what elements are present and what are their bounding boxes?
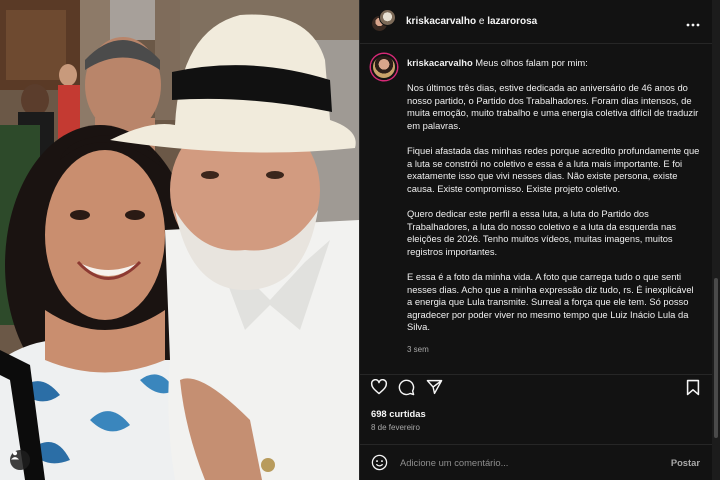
post-photo[interactable] [0, 0, 359, 480]
collab-separator: e [476, 16, 488, 27]
caption-section: kriskacarvalho Meus olhos falam por mim:… [360, 44, 712, 366]
action-bar [359, 374, 712, 400]
caption-username[interactable]: kriskacarvalho [407, 57, 473, 68]
caption-timestamp[interactable]: 3 sem [407, 344, 701, 357]
caption-first-line: Meus olhos falam por mim: [472, 57, 588, 68]
post-date[interactable]: 8 de fevereiro [371, 423, 420, 432]
caption-paragraph: Quero dedicar este perfil a essa luta, a… [407, 208, 677, 257]
username-link[interactable]: lazarorosa [487, 16, 537, 27]
post-comment-button[interactable]: Postar [671, 457, 700, 468]
comment-bar: Postar [359, 444, 712, 480]
avatar[interactable] [379, 8, 396, 26]
post-header: kriskacarvalho e lazarorosa [360, 0, 712, 44]
comment-icon[interactable] [398, 379, 415, 396]
caption-paragraph: Nos últimos três dias, estive dedicada a… [407, 82, 699, 131]
tag-button[interactable] [10, 450, 30, 470]
bookmark-icon[interactable] [686, 379, 700, 396]
photo-image [0, 0, 359, 480]
collab-accounts: kriskacarvalho e lazarorosa [406, 16, 686, 27]
more-options-button[interactable] [686, 14, 700, 30]
comment-input[interactable] [400, 457, 671, 468]
caption-paragraph: Fiquei afastada das minhas redes porque … [407, 145, 700, 194]
username-link[interactable]: kriskacarvalho [406, 16, 476, 27]
likes-count[interactable]: 698 curtidas [371, 408, 426, 419]
avatar[interactable] [371, 54, 397, 80]
user-tag-icon [11, 451, 19, 460]
emoji-icon[interactable] [371, 454, 388, 471]
share-icon[interactable] [426, 379, 443, 395]
caption-text: kriskacarvalho Meus olhos falam por mim:… [407, 57, 701, 356]
heart-icon[interactable] [370, 379, 388, 395]
collab-avatars[interactable] [371, 8, 397, 35]
caption-paragraph: E essa é a foto da minha vida. A foto qu… [407, 271, 694, 333]
scrollbar-thumb[interactable] [714, 278, 718, 438]
more-options-icon [686, 23, 700, 26]
